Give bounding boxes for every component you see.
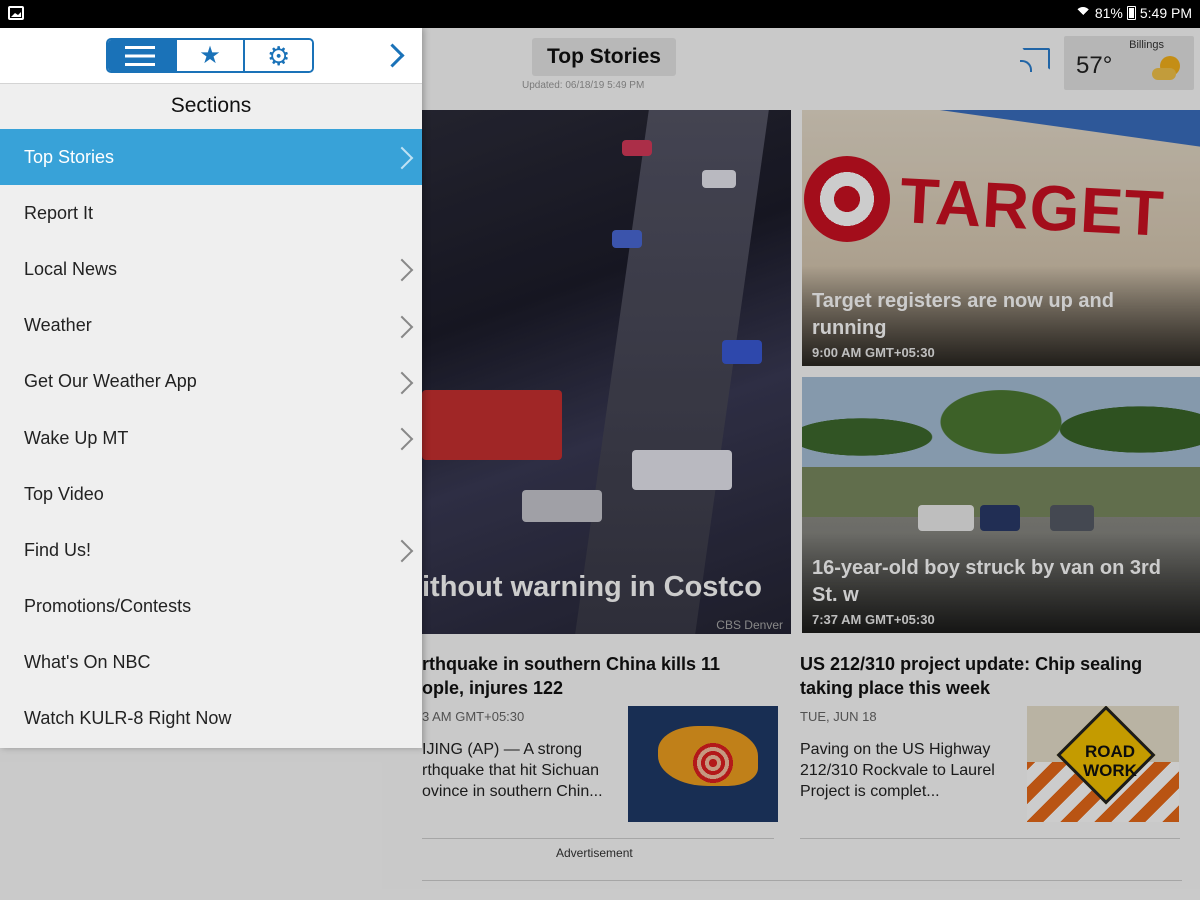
menu-item-label: Report It: [24, 202, 94, 223]
gear-icon: ⚙: [267, 40, 291, 71]
battery-icon: [1126, 6, 1136, 20]
menu-item-promotions[interactable]: Promotions/Contests: [0, 579, 422, 635]
navigation-drawer: ★ ⚙ Sections Top Stories Report It Local…: [0, 28, 422, 748]
list-icon: [125, 45, 156, 66]
menu-item-local-news[interactable]: Local News: [0, 241, 422, 297]
photo-police-car: [918, 505, 974, 531]
chevron-right-icon: [398, 316, 412, 336]
road-sign-text: ROAD WORK: [1083, 742, 1137, 780]
card-time: 9:00 AM GMT+05:30: [812, 345, 935, 360]
photo-light: [622, 140, 652, 156]
sections-menu: Top Stories Report It Local News Weather…: [0, 129, 422, 747]
settings-tab[interactable]: ⚙: [245, 40, 312, 71]
menu-item-label: Promotions/Contests: [24, 596, 192, 617]
menu-item-label: What's On NBC: [24, 652, 151, 673]
menu-item-find-us[interactable]: Find Us!: [0, 522, 422, 578]
story-date: 3 AM GMT+05:30: [422, 709, 525, 724]
drawer-toolbar: ★ ⚙: [0, 28, 422, 84]
status-bar: 81% 5:49 PM: [0, 0, 1200, 28]
store-sign: TARGET: [898, 164, 1167, 250]
menu-item-whats-on-nbc[interactable]: What's On NBC: [0, 635, 422, 691]
photo-credit: CBS Denver: [716, 618, 783, 632]
featured-caption: ithout warning in Costco: [422, 571, 762, 603]
menu-item-label: Find Us!: [24, 539, 92, 560]
sections-tab[interactable]: [108, 40, 177, 71]
photo-light: [612, 230, 642, 248]
feature-photo: [575, 110, 769, 634]
cast-icon[interactable]: [1020, 48, 1050, 72]
menu-item-label: Wake Up MT: [24, 427, 129, 448]
weather-temp: 57°: [1076, 52, 1113, 79]
story-road-work[interactable]: US 212/310 project update: Chip sealing …: [800, 652, 1190, 832]
menu-item-label: Weather: [24, 315, 92, 336]
chevron-right-icon: [398, 372, 412, 392]
story-thumbnail: [628, 706, 778, 822]
story-headline: US 212/310 project update: Chip sealing …: [800, 654, 1143, 698]
page-title: Top Stories: [532, 38, 676, 76]
photo-light: [722, 340, 762, 364]
menu-item-top-stories[interactable]: Top Stories: [0, 129, 422, 186]
story-card-accident[interactable]: 16-year-old boy struck by van on 3rd St.…: [802, 377, 1200, 633]
clock: 5:49 PM: [1139, 5, 1192, 21]
menu-item-weather-app[interactable]: Get Our Weather App: [0, 354, 422, 410]
status-indicators: 81% 5:49 PM: [1075, 5, 1192, 21]
photo-light: [702, 170, 736, 188]
card-caption: Target registers are now up and running: [812, 290, 1114, 339]
story-headline: rthquake in southern China kills 11 ople…: [422, 654, 721, 698]
chevron-right-icon: [398, 147, 412, 167]
divider: [422, 880, 1182, 881]
epicenter-icon: [688, 738, 738, 788]
sun-cloud-icon: [1152, 56, 1182, 80]
photo-firetruck: [422, 390, 562, 460]
photo-car: [632, 450, 732, 490]
chevron-right-icon: [398, 540, 412, 560]
favorites-tab[interactable]: ★: [176, 40, 246, 71]
top-bar: Top Stories Updated: 06/18/19 5:49 PM Bi…: [422, 28, 1200, 106]
menu-item-report-it[interactable]: Report It: [0, 185, 422, 241]
menu-item-weather[interactable]: Weather: [0, 298, 422, 354]
menu-item-label: Get Our Weather App: [24, 371, 197, 392]
chevron-right-icon: [398, 428, 412, 448]
sections-heading: Sections: [170, 94, 252, 117]
drawer-segmented-control: ★ ⚙: [106, 38, 314, 73]
story-summary: Paving on the US Highway 212/310 Rockval…: [800, 741, 995, 800]
weather-widget[interactable]: Billings 57°: [1064, 36, 1194, 90]
chevron-right-icon[interactable]: [384, 44, 402, 66]
gallery-notification-icon: [8, 6, 24, 20]
wifi-icon: [1075, 7, 1091, 19]
photo-car: [980, 505, 1020, 531]
photo-car: [1050, 505, 1094, 531]
divider: [800, 838, 1180, 839]
menu-item-label: Watch KULR-8 Right Now: [24, 708, 232, 729]
weather-city: Billings: [1129, 39, 1164, 51]
updated-timestamp: Updated: 06/18/19 5:49 PM: [522, 80, 645, 91]
menu-item-top-video[interactable]: Top Video: [0, 466, 422, 522]
battery-percent: 81%: [1094, 5, 1123, 21]
photo-car: [522, 490, 602, 522]
story-thumbnail: ROAD WORK: [1027, 706, 1179, 822]
star-icon: ★: [199, 41, 221, 69]
story-date: TUE, JUN 18: [800, 709, 877, 724]
card-caption: 16-year-old boy struck by van on 3rd St.…: [812, 557, 1161, 606]
advertisement-label: Advertisement: [556, 846, 633, 860]
menu-item-label: Local News: [24, 258, 118, 279]
divider: [422, 838, 774, 839]
chevron-right-icon: [398, 259, 412, 279]
menu-item-wake-up-mt[interactable]: Wake Up MT: [0, 410, 422, 466]
story-card-target[interactable]: TARGET Target registers are now up and r…: [802, 110, 1200, 366]
story-summary: IJING (AP) — A strong rthquake that hit …: [422, 741, 603, 800]
menu-item-watch-live[interactable]: Watch KULR-8 Right Now: [0, 691, 422, 747]
menu-item-label: Top Video: [24, 483, 104, 504]
card-time: 7:37 AM GMT+05:30: [812, 612, 935, 627]
bullseye-logo: [804, 156, 890, 242]
featured-story[interactable]: ithout warning in Costco CBS Denver: [422, 110, 791, 634]
menu-item-label: Top Stories: [24, 146, 115, 167]
story-earthquake[interactable]: rthquake in southern China kills 11 ople…: [422, 652, 792, 832]
